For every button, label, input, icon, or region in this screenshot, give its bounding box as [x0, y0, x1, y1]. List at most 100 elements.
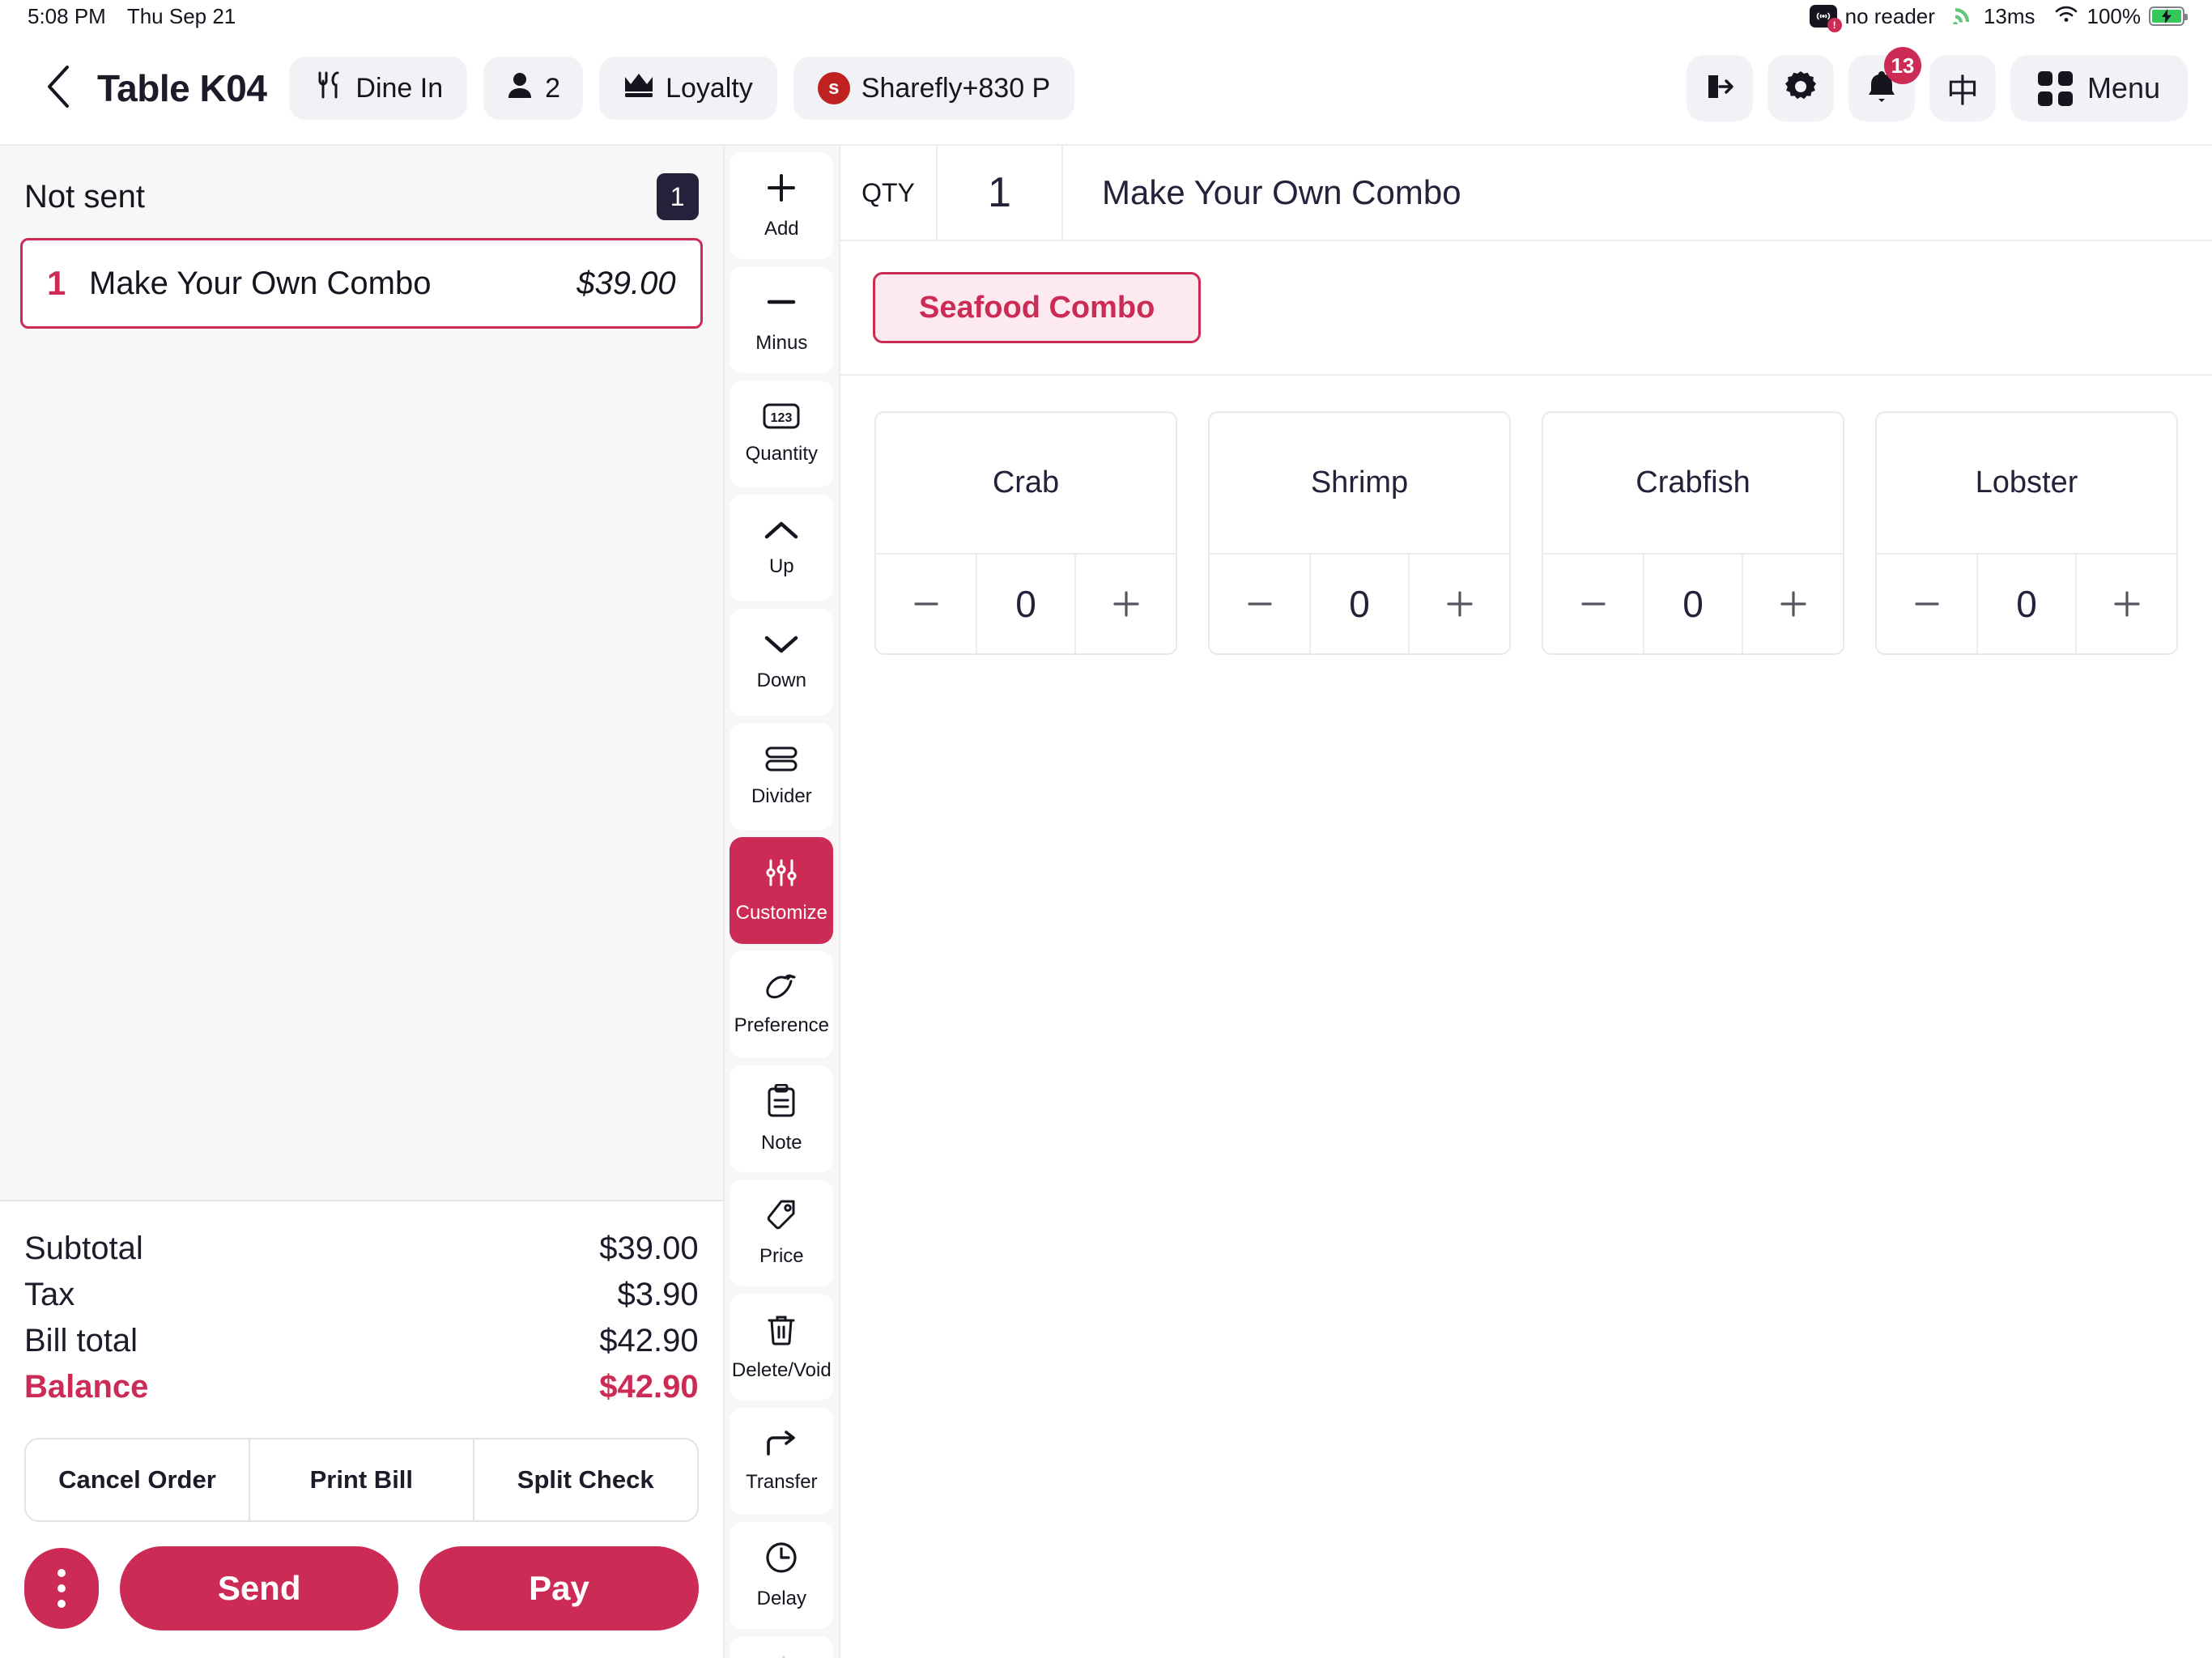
split-check-button[interactable]: Split Check: [474, 1439, 697, 1520]
minus-icon: [765, 286, 798, 322]
guest-count-button[interactable]: 2: [483, 57, 584, 120]
battery-status: 100%: [2053, 3, 2188, 29]
totals-row-subtotal: Subtotal $39.00: [24, 1226, 699, 1272]
toolbar-up-label: Up: [768, 555, 794, 577]
menu-button[interactable]: Menu: [2010, 55, 2188, 121]
numeric-123-icon: 123: [763, 403, 800, 433]
detail-qty-label: QTY: [840, 146, 938, 240]
decrement-button[interactable]: [1210, 555, 1309, 653]
line-item-price: $39.00: [576, 265, 676, 301]
modifier-option-grid: Crab 0 Shrimp 0 Crabfish 0 Lobster 0: [840, 376, 2212, 691]
toolbar-add-button[interactable]: Add: [730, 152, 834, 259]
detail-qty-value[interactable]: 1: [938, 146, 1063, 240]
order-type-button[interactable]: Dine In: [289, 57, 468, 120]
network-latency: 13ms: [1952, 3, 2035, 30]
order-item-count-badge: 1: [656, 173, 699, 220]
item-detail-panel: QTY 1 Make Your Own Combo Seafood Combo …: [840, 146, 2212, 1658]
fork-spoon-icon: [313, 70, 344, 108]
language-glyph: 中: [1946, 74, 1979, 109]
bill-total-label: Bill total: [24, 1323, 138, 1358]
decrement-button[interactable]: [1543, 555, 1643, 653]
line-item-name: Make Your Own Combo: [89, 265, 432, 301]
toolbar-preference-button[interactable]: Preference: [730, 951, 834, 1058]
print-bill-button[interactable]: Print Bill: [250, 1439, 474, 1520]
trash-icon: [767, 1313, 796, 1350]
quantity-stepper: 0: [1877, 555, 2176, 653]
pay-button[interactable]: Pay: [419, 1546, 699, 1630]
balance-label: Balance: [24, 1369, 149, 1405]
toolbar-price-label: Price: [759, 1244, 804, 1267]
option-name: Crab: [876, 413, 1176, 555]
decrement-button[interactable]: [876, 555, 976, 653]
option-name: Crabfish: [1543, 413, 1843, 555]
subtotal-label: Subtotal: [24, 1231, 143, 1266]
toolbar-up-button[interactable]: Up: [730, 495, 834, 602]
more-vertical-icon: [57, 1569, 66, 1608]
quantity-stepper: 0: [1543, 555, 1843, 653]
order-panel: Not sent 1 1 Make Your Own Combo $39.00 …: [0, 146, 725, 1658]
customer-button[interactable]: s Sharefly+830 P: [793, 57, 1075, 120]
toolbar-divider-button[interactable]: Divider: [730, 723, 834, 830]
cancel-order-button[interactable]: Cancel Order: [26, 1439, 250, 1520]
toolbar-down-button[interactable]: Down: [730, 609, 834, 716]
bill-total-value: $42.90: [599, 1323, 699, 1358]
battery-percent: 100%: [2087, 3, 2142, 28]
tab-seafood-combo[interactable]: Seafood Combo: [873, 272, 1202, 343]
option-card-crabfish: Crabfish 0: [1542, 411, 1844, 655]
order-type-label: Dine In: [355, 72, 444, 104]
modifier-group-tabs: Seafood Combo: [840, 241, 2212, 376]
lightning-bolt-icon: [768, 1656, 794, 1658]
notifications-button[interactable]: 13: [1848, 47, 1921, 121]
toolbar-note-button[interactable]: Note: [730, 1065, 834, 1172]
toolbar-delete-void-button[interactable]: Delete/Void: [730, 1294, 834, 1401]
svg-text:123: 123: [771, 411, 793, 425]
increment-button[interactable]: [2077, 555, 2176, 653]
back-button[interactable]: [31, 60, 87, 117]
toolbar-rush-button[interactable]: Rush: [730, 1636, 834, 1658]
increment-button[interactable]: [1743, 555, 1843, 653]
order-line-item[interactable]: 1 Make Your Own Combo $39.00: [20, 238, 703, 329]
quantity-stepper: 0: [876, 555, 1176, 653]
customer-label: Sharefly+830 P: [861, 72, 1051, 104]
clipboard-note-icon: [767, 1083, 796, 1122]
decrement-button[interactable]: [1877, 555, 1976, 653]
guest-count-label: 2: [545, 72, 561, 104]
battery-charging-icon: [2149, 6, 2188, 26]
option-name: Shrimp: [1210, 413, 1509, 555]
toolbar-quantity-button[interactable]: 123 Quantity: [730, 380, 834, 487]
avatar: s: [817, 72, 850, 104]
logout-button[interactable]: [1686, 55, 1753, 121]
page-title: Table K04: [97, 67, 267, 109]
more-options-button[interactable]: [24, 1548, 99, 1629]
toolbar-add-label: Add: [764, 217, 799, 240]
totals-row-bill-total: Bill total $42.90: [24, 1318, 699, 1364]
toolbar-minus-button[interactable]: Minus: [730, 266, 834, 373]
signal-icon: [1952, 3, 1976, 30]
toolbar-minus-label: Minus: [755, 331, 808, 354]
reader-error-badge: !: [1827, 18, 1842, 32]
toolbar-delay-button[interactable]: Delay: [730, 1522, 834, 1629]
toolbar-customize-button[interactable]: Customize: [730, 837, 834, 944]
toolbar-price-button[interactable]: Price: [730, 1180, 834, 1286]
quantity-stepper: 0: [1210, 555, 1509, 653]
loyalty-button[interactable]: Loyalty: [599, 57, 777, 120]
increment-button[interactable]: [1410, 555, 1509, 653]
settings-button[interactable]: [1767, 55, 1834, 121]
option-name: Lobster: [1877, 413, 2176, 555]
toolbar-transfer-button[interactable]: Transfer: [730, 1408, 834, 1515]
toolbar-down-label: Down: [756, 669, 806, 691]
toolbar-delay-label: Delay: [756, 1587, 806, 1609]
language-button[interactable]: 中: [1929, 55, 1996, 121]
tax-label: Tax: [24, 1277, 75, 1312]
send-button[interactable]: Send: [120, 1546, 399, 1630]
sliders-icon: [764, 857, 798, 892]
increment-button[interactable]: [1076, 555, 1176, 653]
reader-status-label: no reader: [1844, 3, 1935, 28]
option-card-shrimp: Shrimp 0: [1208, 411, 1511, 655]
gear-icon: [1784, 70, 1818, 108]
crown-icon: [623, 72, 654, 105]
secondary-actions: Cancel Order Print Bill Split Check: [24, 1438, 699, 1522]
card-reader-icon: !: [1809, 5, 1842, 32]
person-icon: [506, 70, 534, 107]
menu-label: Menu: [2087, 71, 2160, 104]
